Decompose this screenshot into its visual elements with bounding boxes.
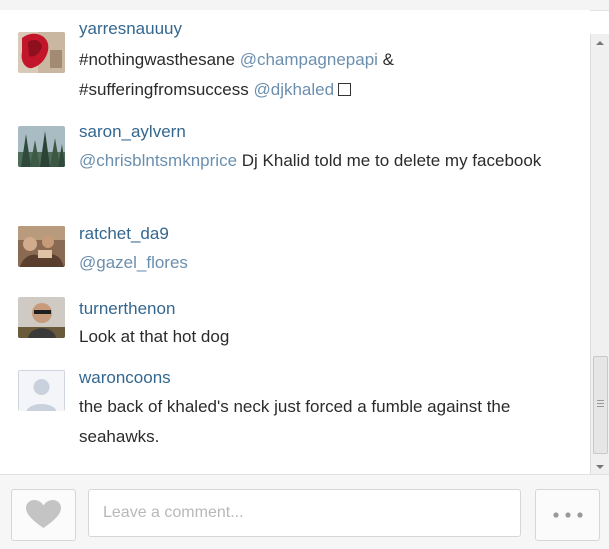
comment-footer <box>0 474 609 549</box>
comment-text: Look at that hot dog <box>79 327 230 346</box>
comment-username[interactable]: turnerthenon <box>79 299 175 319</box>
scroll-up-arrow-icon[interactable] <box>591 36 609 48</box>
comments-list: yarresnauuuy #nothingwasthesane @champag… <box>0 10 590 472</box>
comment-text-fragment: & <box>377 50 394 69</box>
mention-link[interactable]: @chrisblntsmknprice <box>79 151 237 170</box>
ellipsis-icon <box>553 512 583 518</box>
user-photo-icon <box>18 126 65 167</box>
comment-text-body: Dj Khalid told me to delete my facebook <box>237 151 542 170</box>
user-photo-icon <box>18 32 65 73</box>
avatar[interactable] <box>18 370 65 411</box>
mention-link[interactable]: @djkhaled <box>253 80 334 99</box>
user-photo-icon <box>18 226 65 267</box>
mention-link[interactable]: @gazel_flores <box>79 253 188 272</box>
avatar[interactable] <box>18 126 65 167</box>
comment-text: @gazel_flores <box>79 248 579 278</box>
comment-username[interactable]: ratchet_da9 <box>79 224 169 244</box>
hashtag-link[interactable]: #sufferingfromsuccess <box>79 80 253 99</box>
comment-username[interactable]: waroncoons <box>79 368 171 388</box>
comment-username[interactable]: yarresnauuuy <box>79 19 182 39</box>
default-avatar-icon <box>18 370 65 411</box>
more-options-button[interactable] <box>535 489 600 541</box>
comment-input[interactable] <box>88 489 521 537</box>
comment-username[interactable]: saron_aylvern <box>79 122 186 142</box>
missing-glyph-icon <box>338 83 352 96</box>
scroll-down-arrow-icon[interactable] <box>591 460 609 472</box>
scrollbar-thumb[interactable] <box>593 356 608 454</box>
mention-link[interactable]: @champagnepapi <box>240 50 378 69</box>
comment-text: the back of khaled's neck just forced a … <box>79 397 511 446</box>
comment-text: @chrisblntsmknprice Dj Khalid told me to… <box>79 146 579 176</box>
avatar[interactable] <box>18 226 65 267</box>
user-photo-icon <box>18 297 65 338</box>
like-button[interactable] <box>11 489 76 541</box>
hashtag-link[interactable]: #nothingwasthesane <box>79 50 240 69</box>
grip-icon <box>597 400 604 407</box>
avatar[interactable] <box>18 297 65 338</box>
comment-text: #nothingwasthesane @champagnepapi & #suf… <box>79 45 579 105</box>
vertical-scrollbar[interactable] <box>590 34 609 474</box>
heart-icon <box>26 500 61 528</box>
avatar[interactable] <box>18 32 65 73</box>
